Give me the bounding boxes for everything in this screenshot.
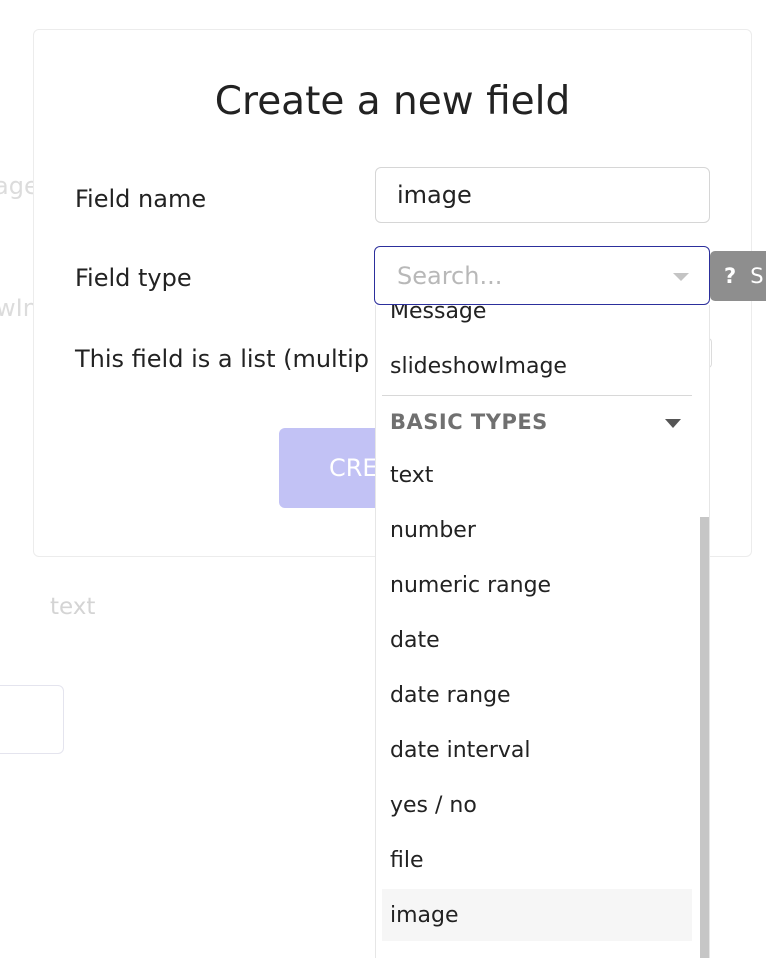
dropdown-option[interactable]: number (390, 518, 476, 543)
field-type-label: Field type (75, 264, 192, 292)
help-button-label: S (750, 264, 764, 288)
dropdown-divider (382, 395, 692, 396)
help-button[interactable]: ? S (710, 251, 766, 301)
field-name-label: Field name (75, 185, 207, 213)
field-type-select[interactable] (374, 246, 710, 305)
background-input (0, 685, 64, 754)
dropdown-option[interactable]: slideshowImage (390, 354, 567, 379)
dropdown-option[interactable]: numeric range (390, 573, 551, 598)
field-name-input[interactable] (375, 167, 710, 223)
dropdown-option-selected[interactable]: image (390, 903, 459, 928)
chevron-down-icon[interactable] (665, 419, 681, 428)
dropdown-option[interactable]: date range (390, 683, 511, 708)
dropdown-option[interactable]: text (390, 463, 433, 488)
group-header-basic-types[interactable]: BASIC TYPES (390, 410, 548, 434)
dropdown-option[interactable]: file (390, 848, 424, 873)
dropdown-option[interactable]: Message (390, 305, 486, 324)
field-type-dropdown[interactable]: Message slideshowImage BASIC TYPES text … (375, 305, 710, 958)
chevron-down-icon (673, 273, 689, 281)
question-icon: ? (724, 264, 737, 288)
dropdown-option[interactable]: yes / no (390, 793, 477, 818)
dropdown-scrollbar[interactable] (700, 517, 709, 958)
list-label: This field is a list (multip (75, 345, 370, 373)
background-text: text (50, 594, 96, 620)
field-type-search-input[interactable] (395, 247, 659, 305)
modal-title: Create a new field (214, 79, 571, 124)
dropdown-option[interactable]: date (390, 628, 440, 653)
dropdown-option[interactable]: date interval (390, 738, 530, 763)
